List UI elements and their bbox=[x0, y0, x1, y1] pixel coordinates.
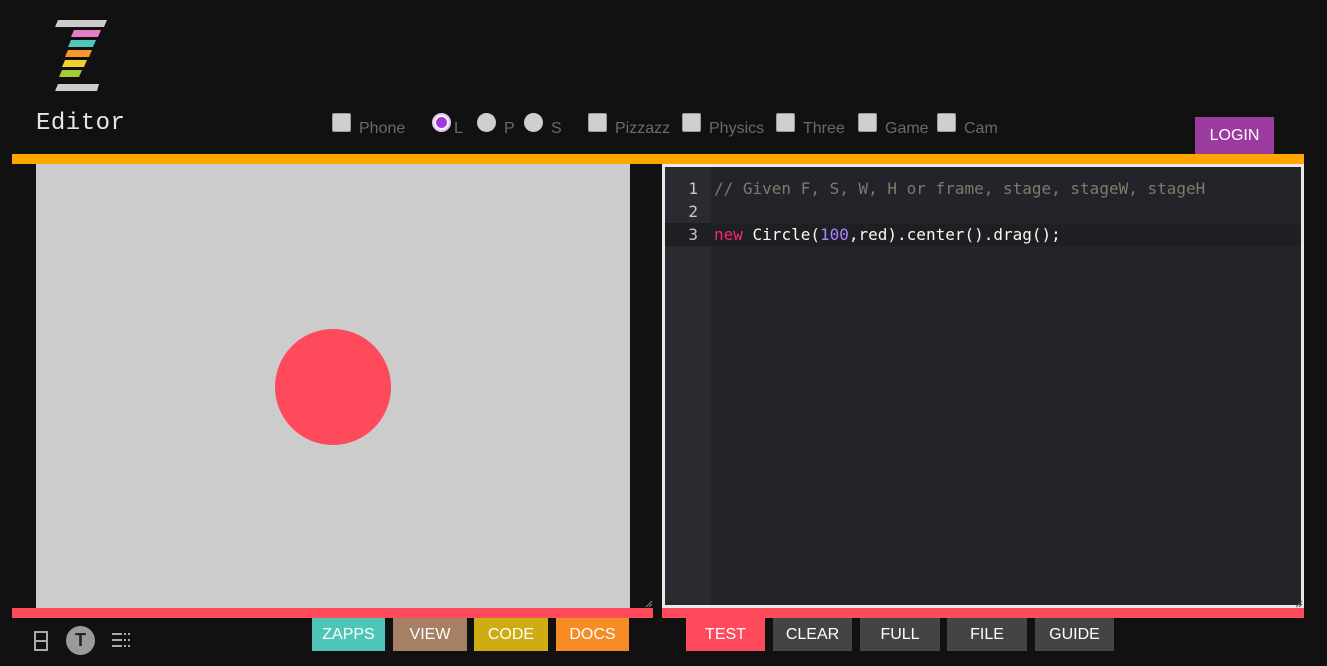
orientation-s-option[interactable]: S bbox=[524, 112, 562, 138]
orientation-l-label: L bbox=[454, 120, 463, 137]
orientation-p-radio[interactable] bbox=[477, 112, 496, 132]
logo-bar-top bbox=[55, 20, 107, 27]
physics-option[interactable]: Physics bbox=[682, 112, 765, 138]
three-checkbox[interactable] bbox=[776, 112, 795, 132]
orientation-s-radio[interactable] bbox=[524, 112, 543, 132]
editor-bottom-bar bbox=[662, 608, 1304, 618]
test-button[interactable]: TEST bbox=[686, 618, 765, 651]
code-text: ,red).center().drag(); bbox=[848, 225, 1061, 244]
game-checkbox[interactable] bbox=[858, 112, 877, 132]
orientation-s-label: S bbox=[551, 120, 562, 137]
full-button[interactable]: FULL bbox=[860, 618, 940, 651]
phone-checkbox[interactable] bbox=[332, 112, 351, 132]
editor-resize-handle-icon[interactable] bbox=[1295, 600, 1303, 608]
stage-canvas[interactable] bbox=[36, 164, 630, 608]
docs-button[interactable]: DOCS bbox=[556, 618, 629, 651]
logo-bar-bottom bbox=[55, 84, 99, 91]
text-toggle-glyph: T bbox=[75, 630, 86, 650]
cam-checkbox[interactable] bbox=[937, 112, 956, 132]
options-bar: Phone L P S Pizzazz Physics Three Game C… bbox=[0, 112, 1327, 144]
zim-logo bbox=[55, 20, 107, 91]
login-button[interactable]: LOGIN bbox=[1195, 117, 1274, 154]
logo-bar-yellow bbox=[62, 60, 87, 67]
red-circle[interactable] bbox=[275, 329, 391, 445]
pizzazz-option[interactable]: Pizzazz bbox=[588, 112, 671, 138]
orientation-p-option[interactable]: P bbox=[477, 112, 515, 138]
code-keyword: new bbox=[714, 225, 743, 244]
phone-option[interactable]: Phone bbox=[332, 112, 406, 138]
physics-checkbox[interactable] bbox=[682, 112, 701, 132]
logo-bar-orange bbox=[65, 50, 92, 57]
file-button[interactable]: FILE bbox=[947, 618, 1027, 651]
game-option[interactable]: Game bbox=[858, 112, 929, 138]
phone-label: Phone bbox=[359, 120, 406, 137]
orientation-l-option[interactable]: L bbox=[432, 112, 463, 138]
stage-bottom-bar bbox=[12, 608, 653, 618]
view-button[interactable]: VIEW bbox=[393, 618, 467, 651]
code-text: Circle( bbox=[742, 225, 820, 244]
zapps-button[interactable]: ZAPPS bbox=[312, 618, 385, 651]
code-comment: // Given F, S, W, H or frame, stage, sta… bbox=[714, 179, 1206, 198]
pizzazz-label: Pizzazz bbox=[615, 120, 671, 137]
split-layout-icon[interactable] bbox=[34, 631, 48, 651]
three-option[interactable]: Three bbox=[776, 112, 845, 138]
code-button[interactable]: CODE bbox=[474, 618, 548, 651]
clear-button[interactable]: CLEAR bbox=[773, 618, 852, 651]
game-label: Game bbox=[885, 120, 929, 137]
cam-option[interactable]: Cam bbox=[937, 112, 998, 138]
text-toggle-icon[interactable]: T bbox=[66, 626, 95, 655]
line-number: 2 bbox=[688, 202, 698, 221]
pizzazz-checkbox[interactable] bbox=[588, 112, 607, 132]
stage-resize-handle-icon[interactable] bbox=[645, 600, 653, 608]
line-number: 3 bbox=[688, 225, 698, 244]
top-divider-bar bbox=[12, 154, 1304, 164]
code-number: 100 bbox=[819, 225, 849, 244]
orientation-p-label: P bbox=[504, 120, 515, 137]
cam-label: Cam bbox=[964, 120, 998, 137]
physics-label: Physics bbox=[709, 120, 765, 137]
code-editor[interactable]: 1 // Given F, S, W, H or frame, stage, s… bbox=[662, 164, 1304, 608]
line-number: 1 bbox=[688, 179, 698, 198]
code-line-active[interactable]: 3 new Circle(100,red).center().drag(); bbox=[665, 223, 1301, 246]
logo-bar-green bbox=[59, 70, 82, 77]
three-label: Three bbox=[803, 120, 845, 137]
logo-bar-pink bbox=[71, 30, 101, 37]
orientation-l-radio[interactable] bbox=[432, 112, 451, 132]
code-line[interactable]: 1 // Given F, S, W, H or frame, stage, s… bbox=[665, 177, 1301, 200]
guide-button[interactable]: GUIDE bbox=[1035, 618, 1114, 651]
code-line[interactable]: 2 bbox=[665, 200, 1301, 223]
logo-bar-teal bbox=[68, 40, 96, 47]
list-view-icon[interactable] bbox=[112, 633, 131, 647]
